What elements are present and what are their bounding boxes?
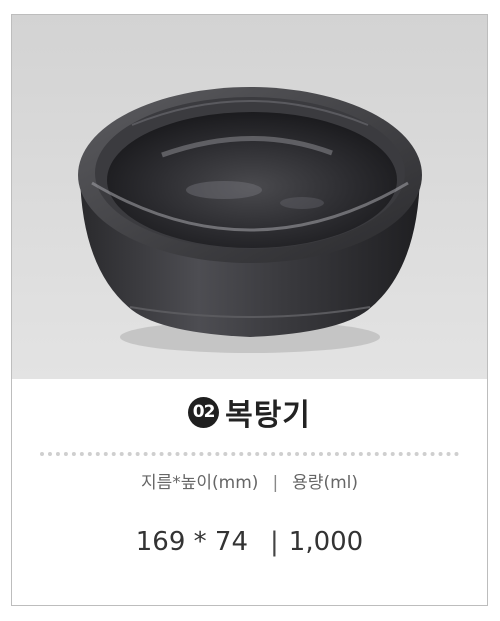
product-photo xyxy=(12,15,487,379)
capacity-label: 용량(ml) xyxy=(292,473,358,493)
value-separator: | xyxy=(270,527,279,557)
product-title: 02 복탕기 xyxy=(12,392,487,433)
capacity-value: 1,000 xyxy=(288,527,364,557)
product-number-badge: 02 xyxy=(188,396,220,428)
dotted-divider xyxy=(40,452,459,456)
product-card: 02 복탕기 지름*높이(mm) | 용량(ml) 169 * 74 | 1,000 xyxy=(11,14,488,606)
black-stone-bowl-photo xyxy=(78,87,422,353)
product-name: 복탕기 xyxy=(225,398,311,433)
spec-header: 지름*높이(mm) | 용량(ml) xyxy=(12,468,487,493)
dimension-label: 지름*높이(mm) xyxy=(140,473,259,493)
spec-values: 169 * 74 | 1,000 xyxy=(12,527,487,557)
header-separator: | xyxy=(272,473,279,493)
dimension-value: 169 * 74 xyxy=(135,527,249,557)
